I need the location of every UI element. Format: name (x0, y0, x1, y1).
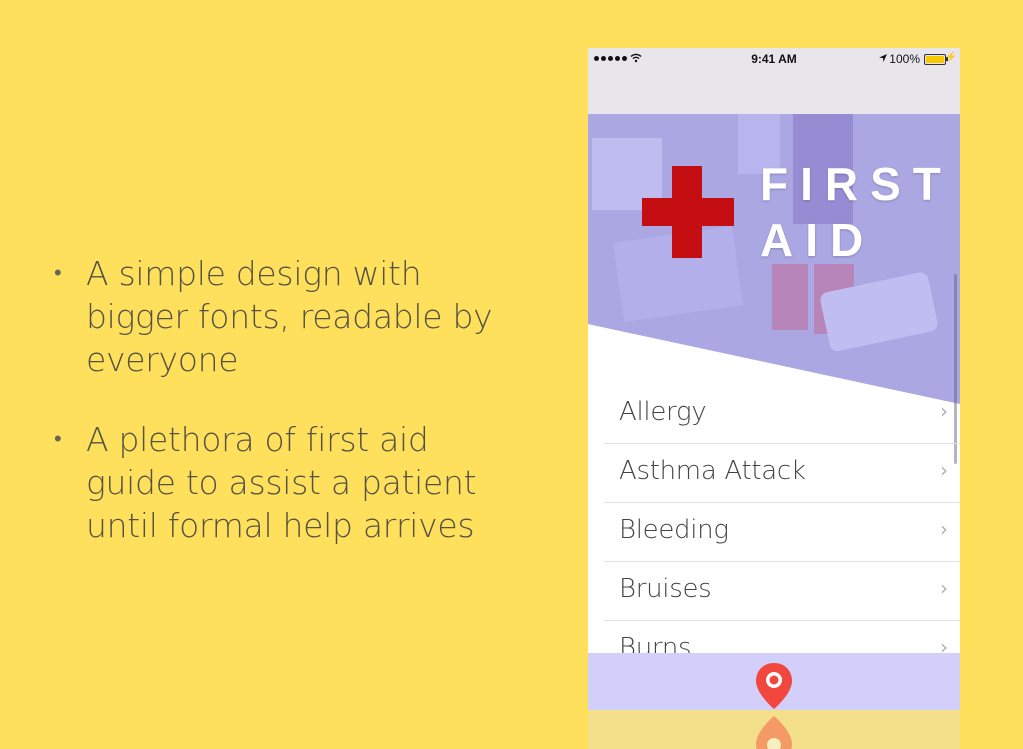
list-item-label: Bleeding (619, 515, 729, 545)
app-title-line2: AID (760, 214, 876, 266)
location-pin-icon[interactable] (754, 661, 794, 711)
bullet-text: A plethora of first aid guide to assist … (86, 420, 477, 545)
screen-reflection (588, 710, 960, 749)
bullet-item: • A simple design with bigger fonts, rea… (52, 252, 522, 381)
bullet-dot: • (54, 261, 62, 286)
location-arrow-icon (879, 54, 887, 62)
chevron-right-icon: › (940, 576, 948, 600)
bullet-text: A simple design with bigger fonts, reada… (86, 254, 493, 379)
phone-screen: 9:41 AM 100% ⚡ FIRST AID Allergy › Asthm… (588, 48, 960, 749)
app-title-line1: FIRST (760, 158, 953, 210)
list-item-label: Allergy (619, 397, 707, 427)
bullet-item: • A plethora of first aid guide to assis… (52, 418, 522, 547)
chevron-right-icon: › (940, 517, 948, 541)
slide-bullets: • A simple design with bigger fonts, rea… (52, 252, 522, 584)
chevron-right-icon: › (940, 458, 948, 482)
status-bar: 9:41 AM 100% ⚡ (588, 48, 960, 70)
list-item-bleeding[interactable]: Bleeding › (604, 503, 960, 562)
list-item-asthma-attack[interactable]: Asthma Attack › (604, 444, 960, 503)
bottom-bar (588, 653, 960, 710)
list-item-allergy[interactable]: Allergy › (604, 385, 960, 444)
hero-banner: FIRST AID (588, 114, 960, 464)
location-pin-reflection-icon (756, 716, 792, 749)
charging-icon: ⚡ (944, 52, 957, 63)
list-item-label: Bruises (619, 574, 712, 604)
topic-list: Allergy › Asthma Attack › Bleeding › Bru… (604, 385, 960, 680)
list-item-bruises[interactable]: Bruises › (604, 562, 960, 621)
chevron-right-icon: › (940, 399, 948, 423)
battery-percent: 100% (889, 52, 920, 66)
bullet-dot: • (54, 427, 62, 452)
battery-icon (924, 54, 948, 65)
list-item-label: Asthma Attack (619, 456, 806, 486)
app-title: FIRST AID (760, 156, 953, 268)
navigation-bar (588, 70, 960, 114)
